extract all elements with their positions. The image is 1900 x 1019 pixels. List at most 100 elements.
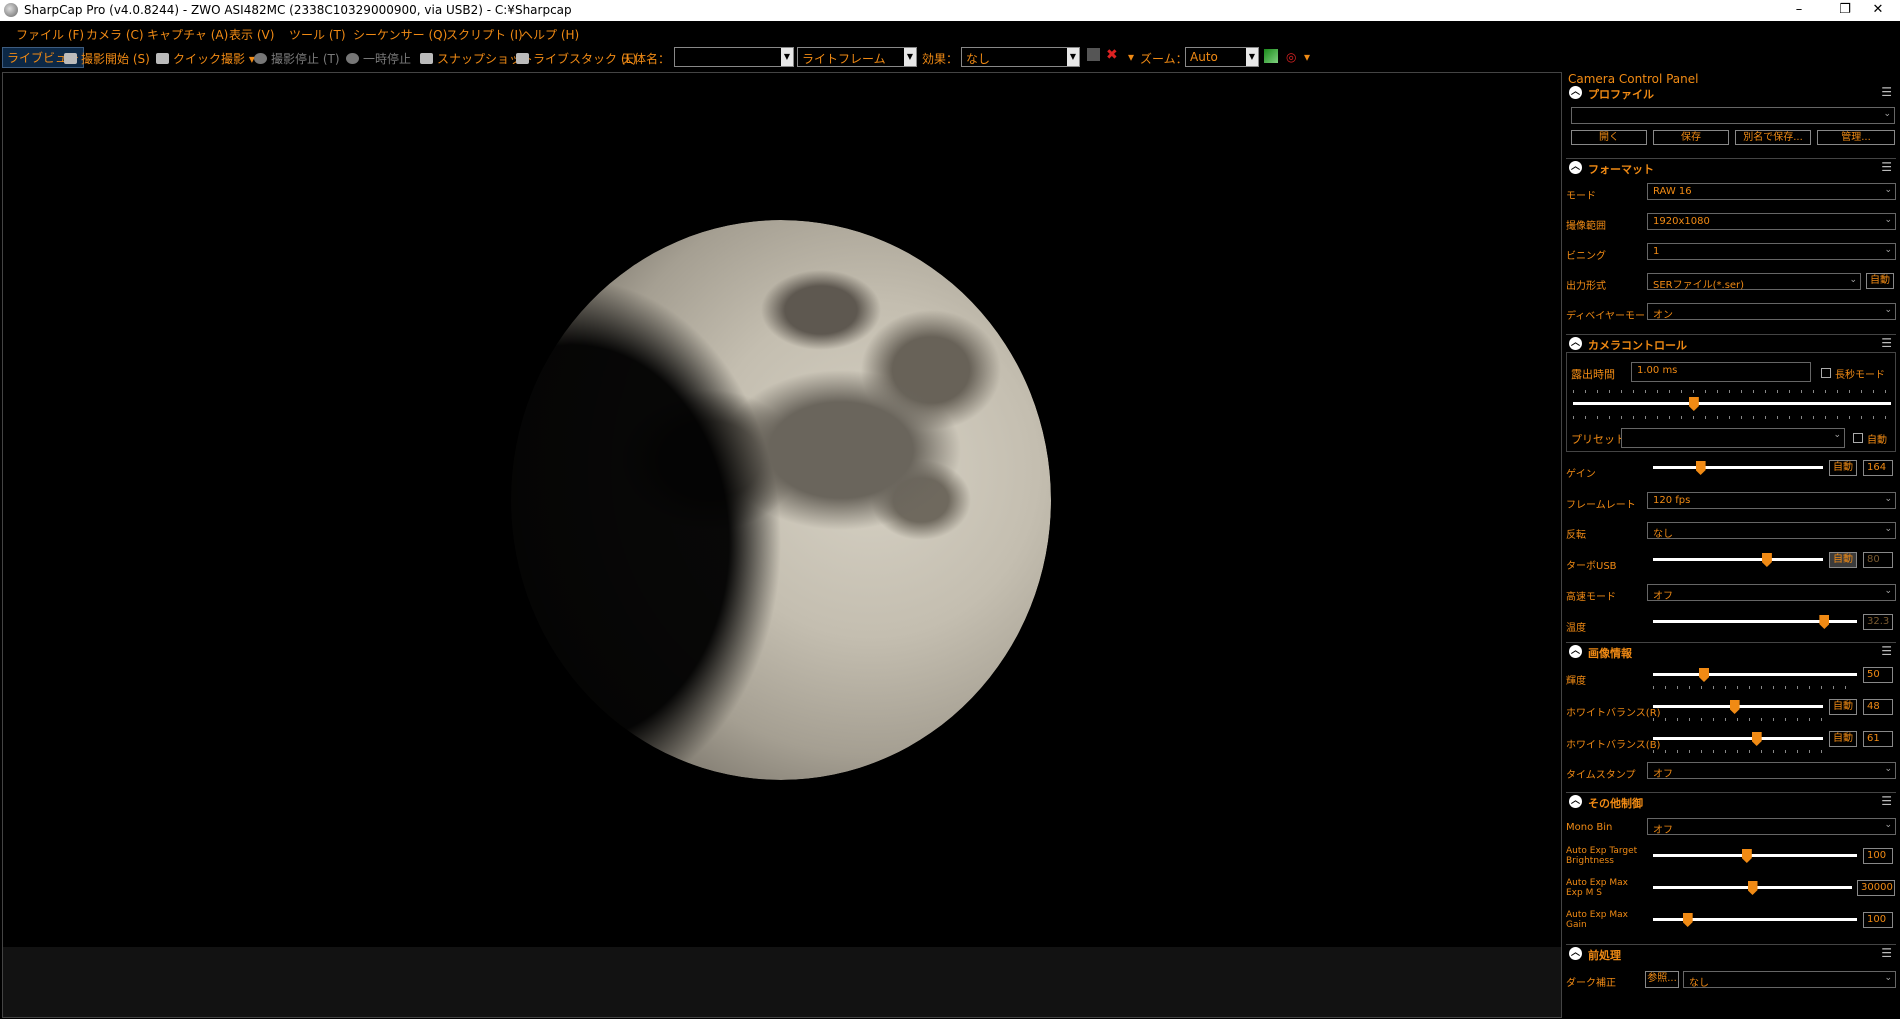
- flip-dropdown[interactable]: なし ⌄: [1647, 522, 1896, 540]
- gain-auto-button[interactable]: 自動: [1829, 460, 1857, 476]
- auto-exp-max-exp-slider[interactable]: [1653, 881, 1852, 895]
- menu-tools[interactable]: ツール (T): [289, 26, 346, 43]
- slider-thumb[interactable]: [1741, 849, 1752, 863]
- menu-icon[interactable]: ☰: [1881, 794, 1892, 808]
- wb-blue-auto-button[interactable]: 自動: [1829, 731, 1857, 747]
- exposure-input[interactable]: 1.00 ms: [1631, 362, 1811, 382]
- gain-value[interactable]: 164: [1863, 460, 1893, 476]
- menu-capture[interactable]: キャプチャ (A): [147, 26, 228, 43]
- auto-exp-max-gain-slider[interactable]: [1653, 913, 1857, 927]
- preprocessing-section-header[interactable]: ︿ 前処理 ☰: [1566, 944, 1896, 963]
- slider-thumb[interactable]: [1699, 668, 1709, 682]
- long-exposure-checkbox[interactable]: [1821, 368, 1831, 378]
- image-section-header[interactable]: ︿ 画像情報 ☰: [1566, 642, 1896, 661]
- auto-exp-max-gain-value[interactable]: 100: [1863, 912, 1893, 928]
- auto-exp-max-exp-label: Auto Exp Max Exp M S: [1566, 878, 1628, 898]
- histogram-icon[interactable]: [1264, 49, 1278, 63]
- high-speed-value: オフ: [1653, 591, 1673, 602]
- title-bar: SharpCap Pro (v4.0.8244) - ZWO ASI482MC …: [0, 0, 1900, 21]
- format-section-header[interactable]: ︿ フォーマット ☰: [1566, 158, 1896, 177]
- profile-manage-button[interactable]: 管理...: [1817, 130, 1895, 145]
- reticle-icon[interactable]: [1087, 48, 1100, 61]
- auto-exp-target-slider[interactable]: [1653, 849, 1857, 863]
- menu-icon[interactable]: ☰: [1881, 336, 1892, 350]
- menu-icon[interactable]: ☰: [1881, 644, 1892, 658]
- menu-camera[interactable]: カメラ (C): [86, 26, 144, 43]
- dark-correction-dropdown[interactable]: なし ⌄: [1683, 971, 1896, 989]
- profile-open-button[interactable]: 開く: [1571, 130, 1647, 145]
- pause-button[interactable]: 一時停止: [346, 50, 411, 67]
- high-speed-dropdown[interactable]: オフ ⌄: [1647, 584, 1896, 602]
- auto-exp-target-value[interactable]: 100: [1863, 848, 1893, 864]
- debayer-value: オン: [1653, 310, 1673, 321]
- slider-thumb[interactable]: [1747, 881, 1758, 895]
- focus-assist-dropdown[interactable]: ▾: [1304, 50, 1310, 64]
- wb-red-slider[interactable]: [1653, 700, 1823, 714]
- preset-auto-checkbox[interactable]: [1853, 433, 1863, 443]
- timestamp-dropdown[interactable]: オフ ⌄: [1647, 762, 1896, 780]
- wb-blue-slider[interactable]: [1653, 732, 1823, 746]
- auto-exp-max-exp-value[interactable]: 30000: [1857, 880, 1895, 896]
- wb-red-auto-button[interactable]: 自動: [1829, 699, 1857, 715]
- chevron-down-icon: ⌄: [1884, 764, 1892, 774]
- menu-icon[interactable]: ☰: [1881, 85, 1892, 99]
- turbo-usb-slider[interactable]: [1653, 553, 1823, 567]
- profile-save-as-button[interactable]: 別名で保存...: [1735, 130, 1811, 145]
- output-format-auto-button[interactable]: 自動: [1866, 273, 1894, 289]
- cross-dropdown-arrow[interactable]: ▾: [1128, 50, 1134, 64]
- menu-sequencer[interactable]: シーケンサー (Q): [353, 26, 447, 43]
- cross-icon[interactable]: ✖: [1106, 47, 1118, 63]
- profile-section-header[interactable]: ︿ プロファイル ☰: [1566, 84, 1896, 102]
- menu-scripting[interactable]: スクリプト (I): [446, 26, 523, 43]
- camera-control-panel: Camera Control Panel ︿ プロファイル ☰ ⌄ 開く 保存 …: [1563, 72, 1900, 1019]
- stop-capture-button[interactable]: 撮影停止 (T): [254, 50, 340, 67]
- roi-dropdown[interactable]: 1920x1080 ⌄: [1647, 213, 1896, 230]
- live-stack-button[interactable]: ライブスタック (L): [516, 50, 637, 67]
- menu-view[interactable]: 表示 (V): [229, 26, 274, 43]
- turbo-usb-value[interactable]: 80: [1863, 552, 1893, 568]
- debayer-dropdown[interactable]: オン ⌄: [1647, 303, 1896, 321]
- minimize-button[interactable]: –: [1776, 0, 1822, 21]
- output-format-dropdown[interactable]: SERファイル(*.ser) ⌄: [1647, 273, 1861, 291]
- focus-assist-icon[interactable]: ◎: [1286, 50, 1296, 64]
- menu-icon[interactable]: ☰: [1881, 160, 1892, 174]
- mode-dropdown[interactable]: RAW 16 ⌄: [1647, 183, 1896, 200]
- brightness-value[interactable]: 50: [1863, 667, 1893, 683]
- slider-thumb[interactable]: [1729, 700, 1740, 714]
- target-name-combo[interactable]: ▼: [674, 47, 794, 67]
- start-capture-button[interactable]: 撮影開始 (S): [64, 50, 150, 67]
- turbo-usb-auto-button[interactable]: 自動: [1829, 552, 1857, 568]
- video-camera-icon: [156, 53, 169, 64]
- camera-controls-section-header[interactable]: ︿ カメラコントロール ☰: [1566, 334, 1896, 353]
- profile-dropdown[interactable]: ⌄: [1571, 107, 1895, 124]
- close-button[interactable]: ✕: [1855, 0, 1900, 21]
- slider-thumb[interactable]: [1695, 461, 1706, 475]
- menu-help[interactable]: ヘルプ (H): [521, 26, 579, 43]
- dark-browse-button[interactable]: 参照...: [1645, 971, 1679, 988]
- framerate-dropdown[interactable]: 120 fps ⌄: [1647, 492, 1896, 509]
- preset-dropdown[interactable]: ⌄: [1621, 428, 1845, 448]
- chevron-down-icon: ⌄: [1883, 109, 1891, 119]
- brightness-slider[interactable]: [1653, 668, 1857, 682]
- slider-thumb[interactable]: [1688, 397, 1699, 411]
- exposure-slider[interactable]: [1573, 397, 1891, 411]
- slider-thumb[interactable]: [1682, 913, 1693, 927]
- gain-slider[interactable]: [1653, 461, 1823, 475]
- misc-section-header[interactable]: ︿ その他制御 ☰: [1566, 792, 1896, 811]
- quick-capture-button[interactable]: クイック撮影 ▾: [156, 50, 255, 67]
- zoom-combo[interactable]: Auto ▼: [1185, 47, 1259, 67]
- slider-thumb[interactable]: [1761, 553, 1772, 567]
- high-speed-label: 高速モード: [1566, 592, 1616, 603]
- wb-red-value[interactable]: 48: [1863, 699, 1893, 715]
- mono-bin-dropdown[interactable]: オフ ⌄: [1647, 818, 1896, 836]
- slider-thumb[interactable]: [1751, 732, 1762, 746]
- effect-combo[interactable]: なし ▼: [961, 47, 1080, 67]
- turbo-usb-label: ターボUSB: [1566, 561, 1617, 572]
- image-viewport[interactable]: [2, 72, 1562, 1018]
- menu-file[interactable]: ファイル (F): [16, 26, 84, 43]
- binning-dropdown[interactable]: 1 ⌄: [1647, 243, 1896, 260]
- wb-blue-value[interactable]: 61: [1863, 731, 1893, 747]
- profile-save-button[interactable]: 保存: [1653, 130, 1729, 145]
- frame-type-combo[interactable]: ライトフレーム ▼: [797, 47, 917, 67]
- menu-icon[interactable]: ☰: [1881, 946, 1892, 960]
